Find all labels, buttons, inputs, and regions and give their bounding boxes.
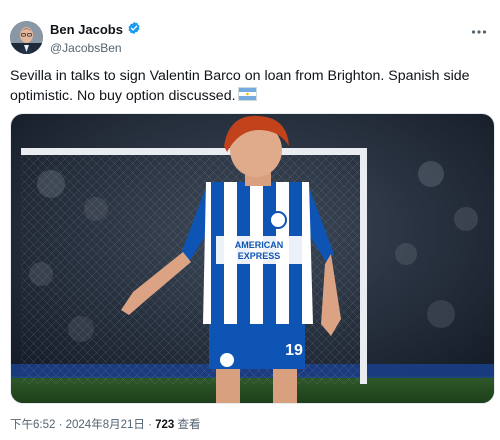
- verified-badge-icon: [127, 21, 141, 39]
- author-display-name-row[interactable]: Ben Jacobs: [50, 21, 141, 39]
- tweet-date[interactable]: 2024年8月21日: [66, 419, 145, 431]
- tweet-text: Sevilla in talks to sign Valentin Barco …: [10, 66, 490, 106]
- shirt-sponsor-line2: EXPRESS: [238, 251, 281, 261]
- tweet-time[interactable]: 下午6:52: [10, 419, 55, 431]
- views-label: 查看: [174, 419, 201, 431]
- shirt-sponsor-line1: AMERICAN: [235, 240, 284, 250]
- author-handle[interactable]: @JacobsBen: [50, 40, 141, 56]
- meta-separator: ·: [144, 419, 156, 431]
- avatar[interactable]: [10, 21, 43, 54]
- tweet-header: Ben Jacobs @JacobsBen: [10, 17, 490, 57]
- author-display-name[interactable]: Ben Jacobs: [50, 22, 123, 38]
- meta-separator: ·: [55, 419, 66, 431]
- views-count: 723: [155, 419, 175, 431]
- tweet-meta: 下午6:52 · 2024年8月21日 · 723 查看: [10, 418, 201, 432]
- author-names: Ben Jacobs @JacobsBen: [50, 21, 141, 56]
- tweet-media-photo[interactable]: 19 AMERICAN EXPRESS: [10, 113, 495, 404]
- shirt-number: 19: [285, 342, 303, 359]
- more-icon[interactable]: [470, 23, 488, 46]
- argentina-flag-icon: [237, 87, 257, 101]
